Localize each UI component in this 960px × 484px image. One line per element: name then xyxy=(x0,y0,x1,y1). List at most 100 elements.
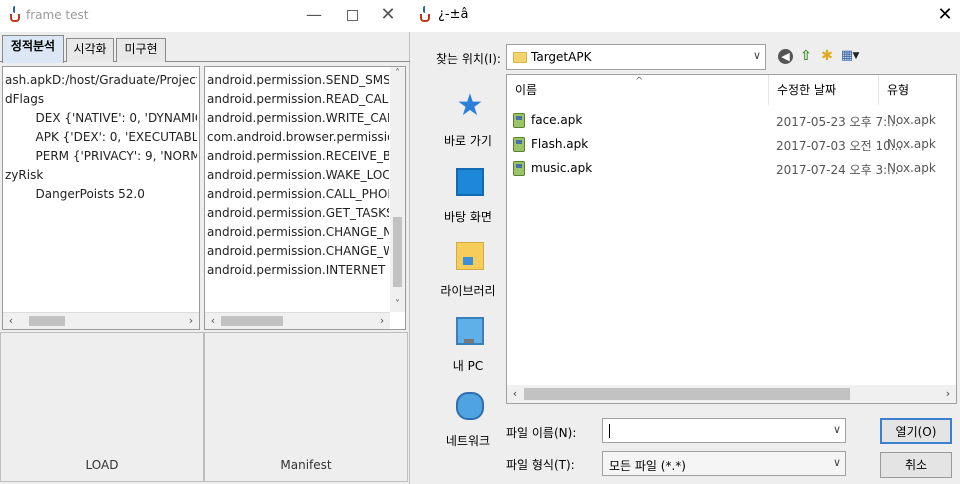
file-name-input[interactable]: ∨ xyxy=(602,418,846,443)
file-list-horizontal-scrollbar[interactable]: ‹ › xyxy=(507,385,956,403)
file-name-label: 파일 이름(N): xyxy=(506,426,577,440)
file-date: 2017-07-03 오전 10... xyxy=(776,139,903,153)
tab-strip: 정적분석 시각화 미구현 xyxy=(0,35,410,63)
file-type: Nox.apk xyxy=(887,137,936,151)
analysis-line: ash.apkD:/host/Graduate/Project/androi xyxy=(5,73,197,87)
open-file-dialog: ¿-±â ✕ 찾는 위치(I): TargetAPK ∨ ◀ ⇧ ✱ ▦ ▼ ★… xyxy=(410,0,960,484)
library-icon xyxy=(456,242,484,270)
network-icon xyxy=(456,392,484,420)
chevron-down-icon: ∨ xyxy=(832,456,841,469)
up-folder-icon[interactable]: ⇧ xyxy=(797,47,815,65)
scroll-right-icon[interactable]: › xyxy=(183,313,199,329)
place-network[interactable]: 네트워크 xyxy=(426,392,510,466)
tab-not-implemented[interactable]: 미구현 xyxy=(116,38,166,62)
file-name: music.apk xyxy=(531,161,593,175)
file-row[interactable]: Flash.apk 2017-07-03 오전 10... Nox.apk xyxy=(507,133,958,157)
permission-line: android.permission.INTERNET xyxy=(207,263,386,277)
analysis-line: zyRisk xyxy=(5,168,44,182)
permission-line: android.permission.READ_CALL_LOG xyxy=(207,92,389,106)
close-button[interactable]: ✕ xyxy=(366,0,410,30)
java-app-icon xyxy=(8,6,22,24)
place-quick-access[interactable]: ★ 바로 가기 xyxy=(426,88,510,166)
permission-line: android.permission.WRITE_CALL_LOG xyxy=(207,111,389,125)
permission-line: android.permission.SEND_SMS xyxy=(207,73,389,87)
maximize-icon xyxy=(346,10,358,21)
column-header-date[interactable]: 수정한 날짜 xyxy=(769,75,879,105)
open-button[interactable]: 열기(O) xyxy=(880,418,952,444)
column-label: 이름 xyxy=(515,83,538,97)
analysis-text-area[interactable]: ash.apkD:/host/Graduate/Project/androi d… xyxy=(2,66,200,330)
look-in-value: TargetAPK xyxy=(531,50,592,64)
file-list[interactable]: 이름 ^ 수정한 날짜 유형 face.apk 2017-05-23 오후 7:… xyxy=(506,74,957,404)
place-label: 바탕 화면 xyxy=(444,210,492,224)
dialog-title: ¿-±â xyxy=(438,7,469,22)
view-dropdown-icon[interactable]: ▼ xyxy=(851,47,861,65)
java-app-icon xyxy=(418,6,432,24)
place-label: 네트워크 xyxy=(445,434,491,448)
title-bar[interactable]: frame test — ✕ xyxy=(0,0,410,32)
permission-line: android.permission.CALL_PHONE xyxy=(207,187,389,201)
scroll-right-icon[interactable]: › xyxy=(374,313,390,329)
analysis-line: DangerPoists 52.0 xyxy=(5,187,145,201)
analysis-horizontal-scrollbar[interactable]: ‹ › xyxy=(3,312,199,329)
column-label: 유형 xyxy=(887,83,910,97)
frame-test-window: frame test — ✕ 정적분석 시각화 미구현 ash.apkD:/ho… xyxy=(0,0,410,484)
file-type-value: 모든 파일 (*.*) xyxy=(609,459,686,473)
place-desktop[interactable]: 바탕 화면 xyxy=(426,168,510,242)
place-label: 라이브러리 xyxy=(440,284,496,298)
tab-static-analysis[interactable]: 정적분석 xyxy=(2,35,64,63)
file-type-combo[interactable]: 모든 파일 (*.*) ∨ xyxy=(602,451,846,476)
file-type: Nox.apk xyxy=(887,161,936,175)
scroll-right-icon[interactable]: › xyxy=(940,385,956,403)
apk-file-icon xyxy=(513,113,525,128)
file-row[interactable]: music.apk 2017-07-24 오후 3:... Nox.apk xyxy=(507,157,958,181)
file-row[interactable]: face.apk 2017-05-23 오후 7:... Nox.apk xyxy=(507,109,958,133)
scroll-thumb[interactable] xyxy=(393,217,402,287)
analysis-line: APK {'DEX': 0, 'EXECUTABLE': 0, 'Z xyxy=(35,130,197,144)
dialog-close-button[interactable]: ✕ xyxy=(930,0,960,30)
apk-file-icon xyxy=(513,137,525,152)
cancel-button[interactable]: 취소 xyxy=(880,452,952,478)
column-label: 수정한 날짜 xyxy=(777,83,837,97)
chevron-down-icon[interactable]: ∨ xyxy=(833,423,841,436)
permission-line: android.permission.GET_TASKS xyxy=(207,206,389,220)
permission-line: com.android.browser.permission.READ xyxy=(207,130,389,144)
permissions-horizontal-scrollbar[interactable]: ‹ › xyxy=(205,312,390,329)
place-library[interactable]: 라이브러리 xyxy=(426,242,510,316)
place-label: 내 PC xyxy=(452,359,484,373)
tab-visualization[interactable]: 시각화 xyxy=(66,38,114,62)
analysis-line: DEX {'NATIVE': 0, 'DYNAMIC': 0, 'CR xyxy=(35,111,197,125)
scroll-thumb[interactable] xyxy=(524,388,850,400)
column-header-name[interactable]: 이름 ^ xyxy=(507,75,769,105)
new-folder-icon[interactable]: ✱ xyxy=(818,47,836,65)
chevron-down-icon: ∨ xyxy=(752,49,761,62)
manifest-button[interactable]: Manifest xyxy=(204,332,408,482)
column-header-type[interactable]: 유형 xyxy=(879,75,958,105)
recent-star-icon: ★ xyxy=(456,88,484,123)
permissions-vertical-scrollbar[interactable]: ˄ ˅ xyxy=(390,67,405,312)
permission-line: android.permission.WAKE_LOCK xyxy=(207,168,389,182)
text-caret xyxy=(609,424,610,438)
file-type: Nox.apk xyxy=(887,113,936,127)
place-this-pc[interactable]: 내 PC xyxy=(426,317,510,391)
dialog-title-bar[interactable]: ¿-±â ✕ xyxy=(410,0,960,32)
desktop-icon xyxy=(456,168,484,196)
scroll-up-icon[interactable]: ˄ xyxy=(390,67,405,81)
scroll-down-icon[interactable]: ˅ xyxy=(390,298,405,312)
computer-icon xyxy=(456,317,484,345)
file-date: 2017-07-24 오후 3:... xyxy=(776,163,899,177)
scroll-left-icon[interactable]: ‹ xyxy=(3,313,19,329)
file-type-label: 파일 형식(T): xyxy=(506,458,575,472)
analysis-line: PERM {'PRIVACY': 9, 'NORMAL': 6, xyxy=(35,149,197,163)
load-button[interactable]: LOAD xyxy=(0,332,204,482)
place-label: 바로 가기 xyxy=(444,134,492,148)
back-icon[interactable]: ◀ xyxy=(778,49,793,64)
scroll-left-icon[interactable]: ‹ xyxy=(507,385,523,403)
scroll-thumb[interactable] xyxy=(221,316,283,326)
scroll-left-icon[interactable]: ‹ xyxy=(205,313,221,329)
analysis-line: dFlags xyxy=(5,92,45,106)
permissions-text-area[interactable]: android.permission.SEND_SMS android.perm… xyxy=(204,66,406,330)
apk-file-icon xyxy=(513,161,525,176)
scroll-thumb[interactable] xyxy=(29,316,65,326)
window-title: frame test xyxy=(26,8,89,22)
